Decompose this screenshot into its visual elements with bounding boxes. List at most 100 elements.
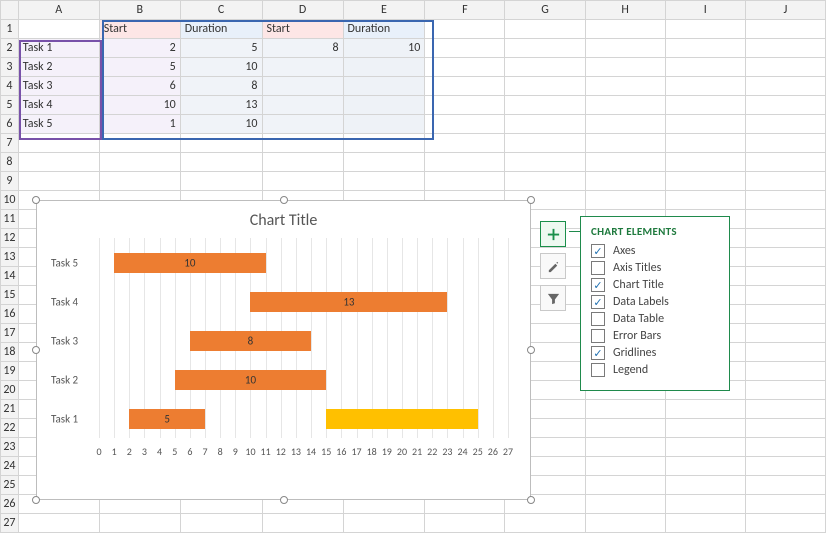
cell[interactable]: Task 2	[18, 58, 99, 77]
cell[interactable]: Task 5	[18, 115, 99, 134]
row-header[interactable]: 15	[1, 286, 19, 305]
chart-styles-button[interactable]	[540, 253, 566, 279]
cell[interactable]	[99, 134, 180, 153]
row-header[interactable]: 13	[1, 248, 19, 267]
cell[interactable]	[18, 153, 99, 172]
cell[interactable]	[425, 96, 505, 115]
cell[interactable]	[745, 229, 825, 248]
row-header[interactable]: 23	[1, 438, 19, 457]
cell[interactable]: Start	[262, 20, 343, 39]
cell[interactable]	[99, 514, 180, 533]
row-header[interactable]: 3	[1, 58, 19, 77]
row-header[interactable]: 9	[1, 172, 19, 191]
cell[interactable]	[745, 134, 825, 153]
checkbox[interactable]	[591, 329, 605, 343]
col-header-F[interactable]: F	[425, 1, 505, 20]
cell[interactable]	[505, 96, 585, 115]
cell[interactable]: 2	[99, 39, 180, 58]
cell[interactable]	[180, 172, 262, 191]
cell[interactable]: Task 3	[18, 77, 99, 96]
cell[interactable]: Task 1	[18, 39, 99, 58]
checkbox[interactable]	[591, 278, 605, 292]
col-header-G[interactable]: G	[505, 1, 585, 20]
cell[interactable]	[585, 476, 665, 495]
chart-bar[interactable]: 13	[250, 292, 447, 312]
cell[interactable]	[745, 248, 825, 267]
cell[interactable]: 5	[180, 39, 262, 58]
row-header[interactable]: 7	[1, 134, 19, 153]
cell[interactable]	[745, 172, 825, 191]
cell[interactable]	[180, 153, 262, 172]
cell[interactable]	[665, 153, 745, 172]
chart-element-option[interactable]: Data Labels	[591, 295, 719, 309]
col-header-H[interactable]: H	[585, 1, 665, 20]
cell[interactable]	[745, 96, 825, 115]
cell[interactable]	[18, 514, 99, 533]
cell[interactable]	[745, 58, 825, 77]
row-header[interactable]: 24	[1, 457, 19, 476]
cell[interactable]: Duration	[180, 20, 262, 39]
cell[interactable]	[585, 457, 665, 476]
cell[interactable]: 10	[343, 39, 425, 58]
cell[interactable]	[505, 115, 585, 134]
cell[interactable]	[425, 115, 505, 134]
cell[interactable]: Start	[99, 20, 180, 39]
cell[interactable]	[585, 191, 665, 210]
cell[interactable]: Task 4	[18, 96, 99, 115]
chart-plot-area[interactable]: 0123456789101112131415161718192021222324…	[51, 238, 516, 458]
cell[interactable]: 8	[262, 39, 343, 58]
cell[interactable]: 5	[99, 58, 180, 77]
row-header[interactable]: 26	[1, 495, 19, 514]
cell[interactable]	[745, 77, 825, 96]
cell[interactable]	[425, 134, 505, 153]
cell[interactable]	[745, 381, 825, 400]
cell[interactable]	[745, 438, 825, 457]
cell[interactable]	[745, 495, 825, 514]
cell[interactable]	[505, 58, 585, 77]
cell[interactable]: 10	[180, 115, 262, 134]
checkbox[interactable]	[591, 346, 605, 360]
cell[interactable]	[343, 134, 425, 153]
chart-filters-button[interactable]	[540, 285, 566, 311]
cell[interactable]	[585, 96, 665, 115]
cell[interactable]	[585, 514, 665, 533]
cell[interactable]	[99, 153, 180, 172]
chart-element-option[interactable]: Axis Titles	[591, 261, 719, 275]
row-header[interactable]: 18	[1, 343, 19, 362]
cell[interactable]	[343, 115, 425, 134]
cell[interactable]	[585, 115, 665, 134]
cell[interactable]	[665, 191, 745, 210]
chart-element-option[interactable]: Error Bars	[591, 329, 719, 343]
row-header[interactable]: 5	[1, 96, 19, 115]
cell[interactable]	[665, 400, 745, 419]
col-header-I[interactable]: I	[665, 1, 745, 20]
chart-bar[interactable]: 10	[175, 370, 326, 390]
cell[interactable]	[585, 153, 665, 172]
cell[interactable]	[425, 20, 505, 39]
col-header-E[interactable]: E	[343, 1, 425, 20]
cell[interactable]	[343, 77, 425, 96]
cell[interactable]	[262, 514, 343, 533]
cell[interactable]	[745, 39, 825, 58]
row-header[interactable]: 11	[1, 210, 19, 229]
cell[interactable]	[745, 514, 825, 533]
col-header-A[interactable]: A	[18, 1, 99, 20]
cell[interactable]	[585, 419, 665, 438]
cell[interactable]	[745, 457, 825, 476]
cell[interactable]	[180, 134, 262, 153]
cell[interactable]	[425, 77, 505, 96]
col-header-B[interactable]: B	[99, 1, 180, 20]
cell[interactable]	[18, 20, 99, 39]
cell[interactable]	[745, 210, 825, 229]
row-header[interactable]: 8	[1, 153, 19, 172]
cell[interactable]	[665, 514, 745, 533]
cell[interactable]	[343, 58, 425, 77]
row-header[interactable]: 2	[1, 39, 19, 58]
cell[interactable]	[665, 495, 745, 514]
cell[interactable]	[745, 324, 825, 343]
cell[interactable]	[425, 153, 505, 172]
chart-elements-popover[interactable]: CHART ELEMENTS AxesAxis TitlesChart Titl…	[580, 216, 730, 391]
cell[interactable]	[745, 362, 825, 381]
cell[interactable]	[665, 419, 745, 438]
cell[interactable]	[745, 267, 825, 286]
